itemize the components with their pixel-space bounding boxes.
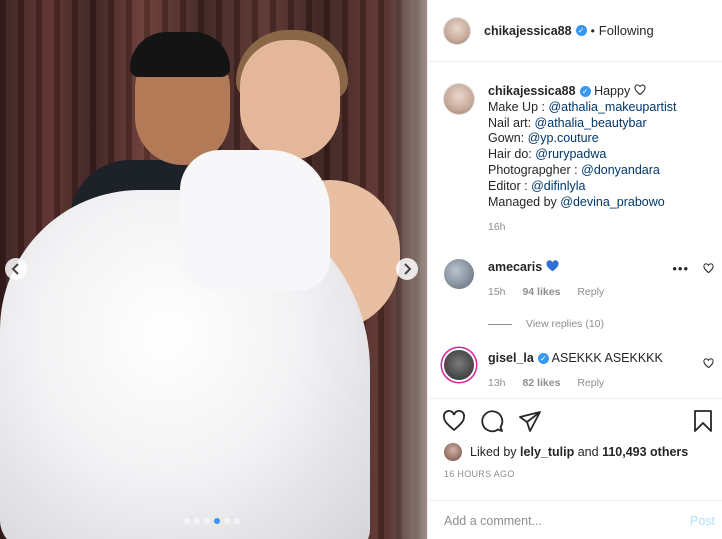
verified-badge-icon: ✓ [579,86,591,98]
carousel-dot [224,518,230,524]
comment-bubble-icon[interactable] [480,409,504,433]
commenter-username[interactable]: amecaris [488,260,542,274]
gown-bodice [180,150,330,290]
verified-badge-icon: ✓ [537,353,549,365]
liker-username[interactable]: lely_tulip [520,445,574,459]
liker-avatar[interactable] [444,443,462,461]
post-comment-button[interactable]: Post [690,514,715,528]
carousel-dot [184,518,190,524]
bookmark-icon[interactable] [691,409,715,433]
view-replies-label: View replies (10) [526,318,605,330]
commenter-avatar[interactable] [444,259,474,289]
carousel-indicator [184,518,240,524]
carousel-dot [204,518,210,524]
caption-age[interactable]: 16h [488,220,714,236]
post-actions: Liked by lely_tulip and 110,493 others 1… [428,398,722,539]
chevron-right-icon [404,263,412,275]
mention-link[interactable]: @yp.couture [528,131,599,145]
bride-face [240,40,340,160]
view-replies-button[interactable]: View replies (10) [488,318,604,330]
replies-divider [488,323,512,325]
blue-heart-emoji-icon [546,260,559,272]
following-button[interactable]: Following [599,23,654,38]
caption-line-label: Make Up : [488,99,549,114]
like-comment-heart-icon[interactable] [703,358,714,369]
caption-username[interactable]: chikajessica88 [488,84,576,98]
header-separator: • [590,23,595,38]
post-header: chikajessica88 ✓ • Following [428,0,722,62]
carousel-dot-active [214,518,220,524]
mention-link[interactable]: @rurypadwa [535,147,606,161]
like-comment-heart-icon[interactable] [703,263,714,274]
liked-by-summary: Liked by lely_tulip and 110,493 others [444,443,688,461]
mention-link[interactable]: @difinlyla [531,179,585,193]
caption-author-avatar[interactable] [444,84,474,114]
comment-likes[interactable]: 94 likes [522,286,560,298]
post-photo[interactable] [0,0,427,539]
liked-by-connector: and [577,445,599,459]
caption-line-label: Managed by [488,194,561,209]
like-heart-icon[interactable] [442,409,466,433]
carousel-dot [194,518,200,524]
carousel-prev-button[interactable] [5,258,27,280]
caption-line-label: Editor : [488,178,532,193]
likes-others-link[interactable]: 110,493 others [602,445,688,459]
author-username[interactable]: chikajessica88 [484,24,572,38]
carousel-dot [234,518,240,524]
more-options-icon[interactable]: ••• [672,262,689,275]
caption-line-label: Gown: [488,131,528,146]
liked-by-prefix: Liked by [470,445,517,459]
comment-text: ASEKKK ASEKKKK [551,351,663,365]
share-send-icon[interactable] [518,409,542,433]
caption-line-label: Photograpgher : [488,162,582,177]
post-timestamp[interactable]: 16 HOURS AGO [444,469,515,479]
author-avatar[interactable] [444,17,470,44]
chevron-left-icon [11,263,19,275]
verified-badge-icon: ✓ [575,25,587,36]
mention-link[interactable]: @athalia_beautybar [535,116,647,130]
comment-likes[interactable]: 82 likes [522,377,560,389]
reply-button[interactable]: Reply [577,377,604,389]
add-comment-input[interactable] [444,513,690,528]
caption-line-label: Hair do: [488,147,536,162]
commenter-username[interactable]: gisel_la [488,351,534,365]
comment-item: gisel_la ✓ ASEKKK ASEKKKK 13h 82 likes Re… [444,350,714,389]
caption-text: Happy [594,84,631,98]
groom-hair [130,32,230,77]
comment-age[interactable]: 15h [488,286,506,298]
mention-link[interactable]: @athalia_makeupartist [548,100,676,114]
heart-outline-icon [634,84,646,96]
reply-button[interactable]: Reply [577,286,604,298]
commenter-avatar[interactable] [444,350,474,380]
carousel-next-button[interactable] [396,258,418,280]
post-caption: chikajessica88 ✓ Happy Make Up : @athalia… [444,84,714,236]
caption-line-label: Nail art: [488,115,535,130]
mention-link[interactable]: @donyandara [581,163,660,177]
mention-link[interactable]: @devina_prabowo [560,195,664,209]
post-side-panel: chikajessica88 ✓ • Following chikajessic… [427,0,722,539]
add-comment-bar: Post [428,500,722,539]
comment-age[interactable]: 13h [488,377,506,389]
comment-item: amecaris 15h 94 likes Reply ••• [444,259,714,298]
